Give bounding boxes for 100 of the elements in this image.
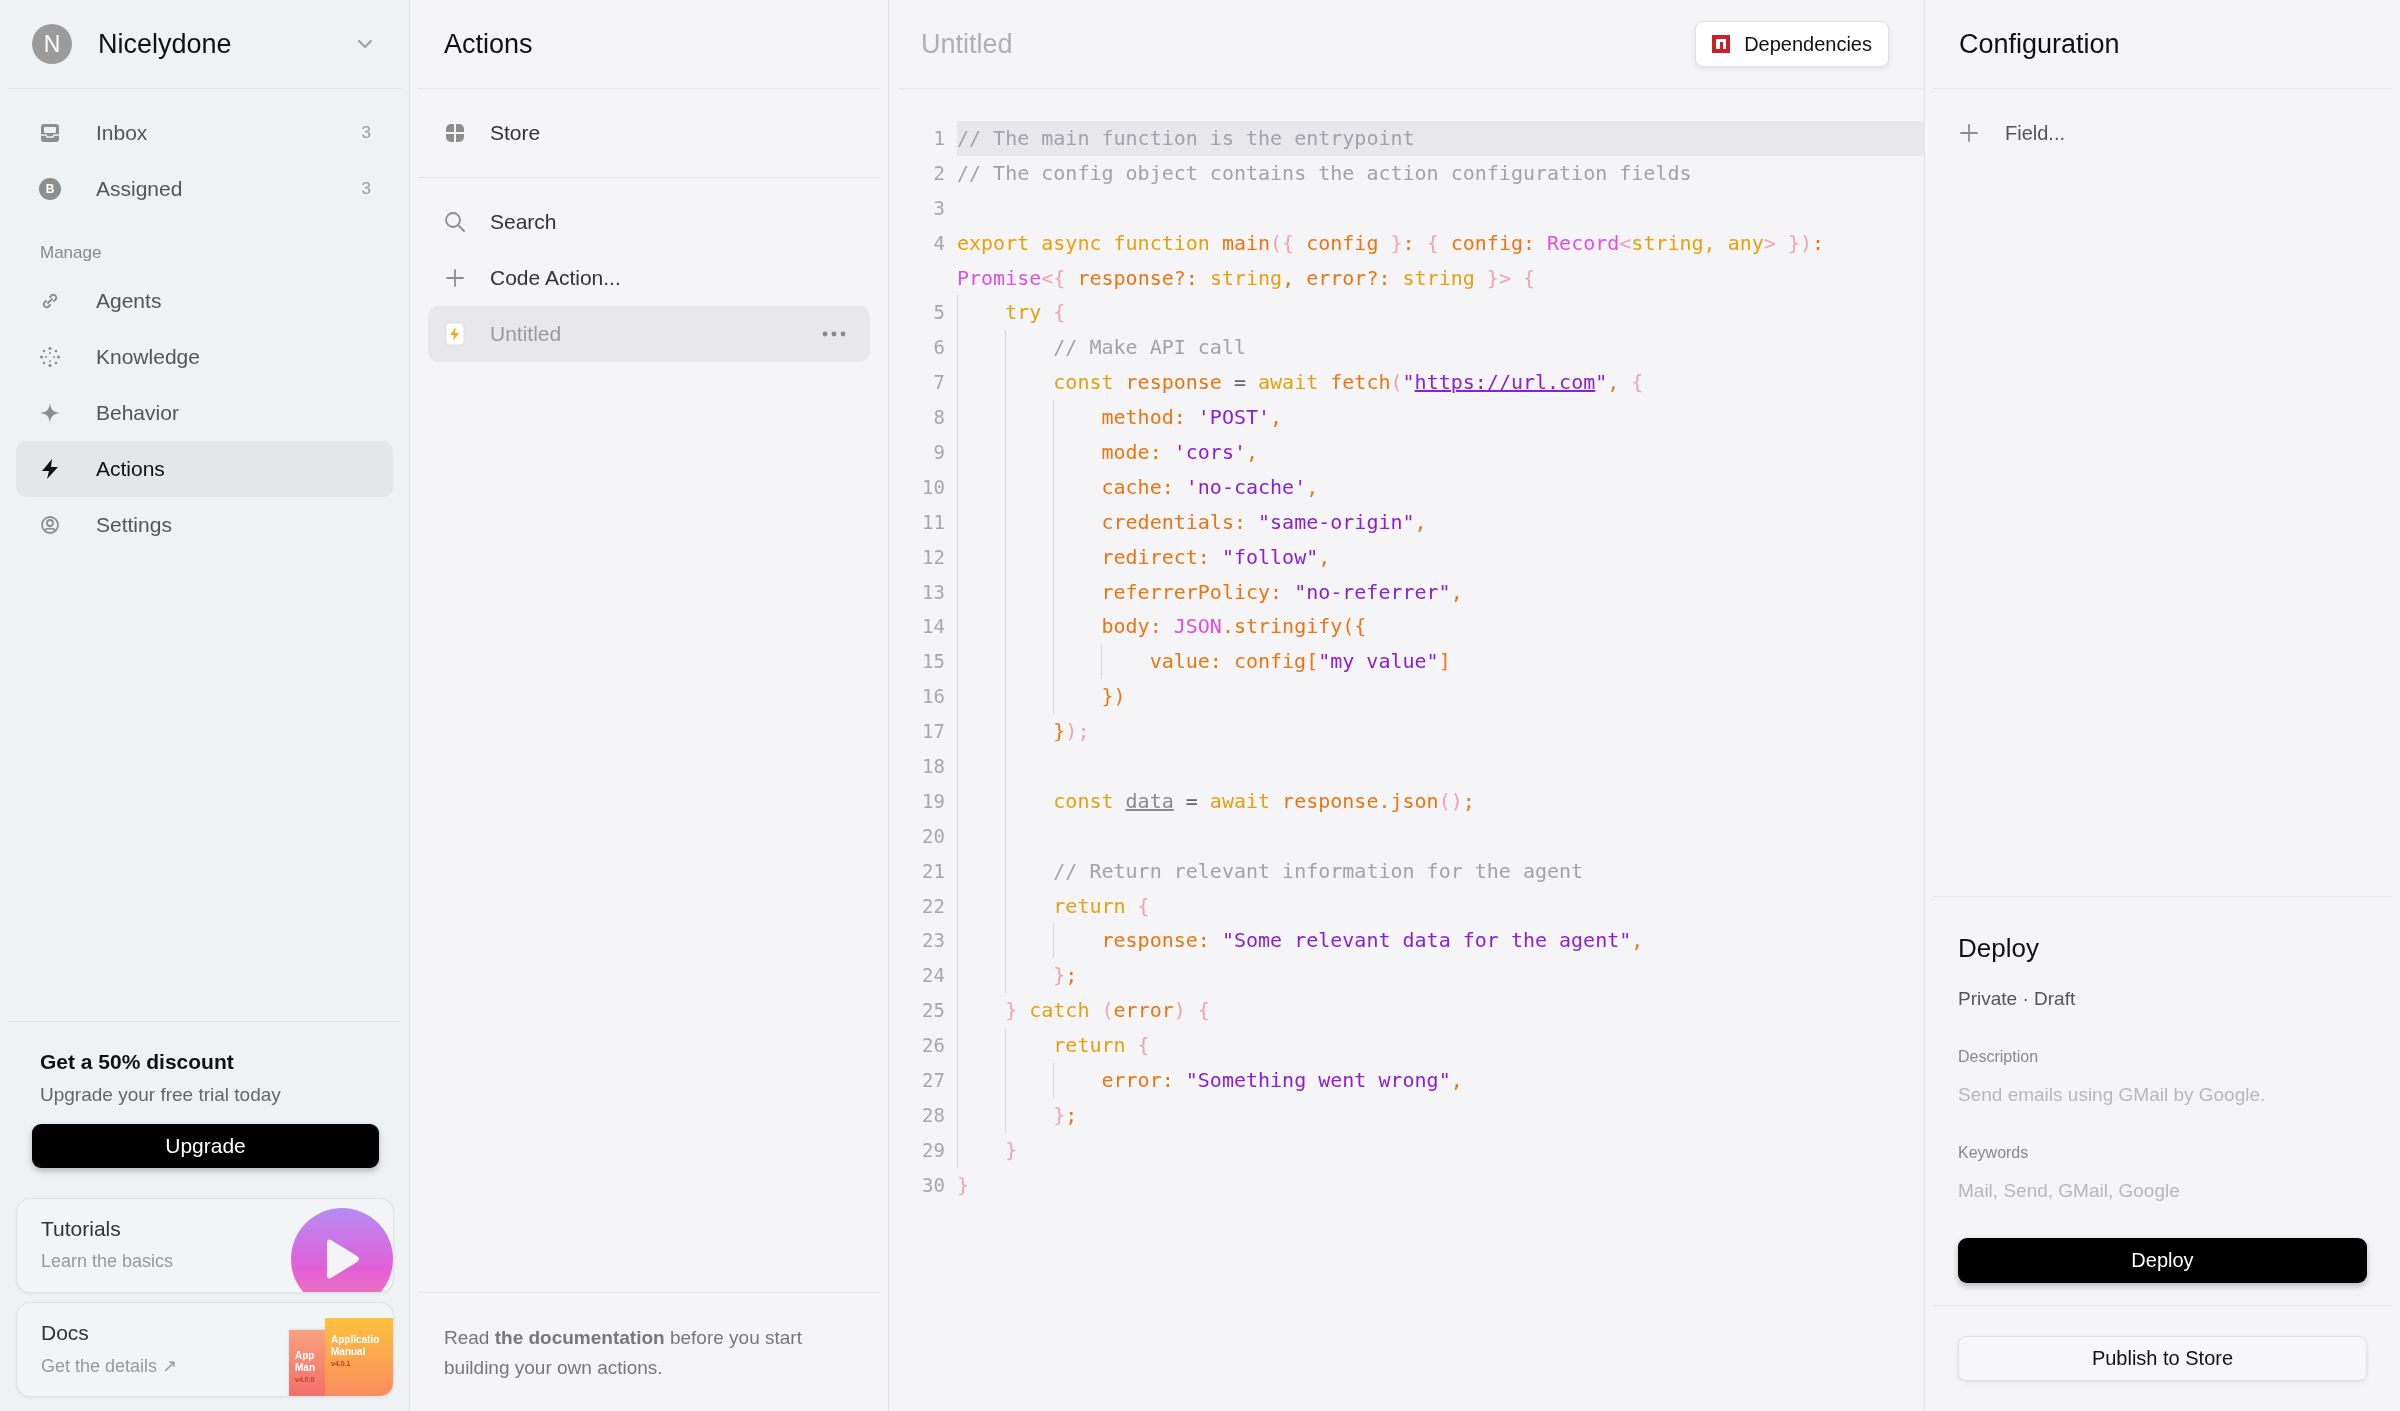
section-title: Deploy	[1958, 933, 2040, 964]
inbox-icon	[39, 122, 61, 144]
line-number: 1	[933, 127, 945, 149]
line-number: 3	[933, 196, 945, 219]
code-line: });	[1053, 718, 1090, 746]
cover-title: Man	[295, 1362, 316, 1374]
line-number: 19	[922, 789, 945, 812]
promo-subtitle: Upgrade your free trial today	[40, 1084, 282, 1106]
file-bolt-icon	[444, 322, 466, 346]
cover-title: App	[295, 1350, 316, 1362]
line-number: 12	[922, 545, 945, 568]
field-label: Description	[1958, 1048, 2040, 1066]
line-number: 16	[922, 685, 945, 708]
line-number: 11	[922, 510, 945, 533]
code-line: try {	[1005, 299, 1066, 327]
grid-icon	[444, 122, 466, 144]
line-number: 6	[933, 336, 945, 359]
code-line: })	[1101, 683, 1126, 711]
line-number: 20	[922, 824, 945, 847]
nav-item[interactable]: B Assigned 3	[16, 161, 393, 217]
line-number: 15	[922, 650, 945, 673]
more-icon[interactable]	[822, 331, 846, 337]
cover-title: Applicatio	[331, 1334, 381, 1346]
line-number: 10	[922, 475, 945, 498]
code-line: // The config object contains the action configuration fields	[957, 159, 1692, 187]
nav-item[interactable]: Knowledge	[16, 329, 393, 385]
dependencies-button[interactable]: Dependencies	[1695, 21, 1889, 67]
code-line: Promise<{ response?: string, error?: string }> {	[957, 264, 1535, 292]
code-line: export async function main({ config }: { config: Record<string, any> }):	[957, 229, 1825, 257]
plus-icon	[1959, 123, 1979, 143]
line-number: 8	[933, 406, 945, 429]
promo-title: Get a 50% discount	[40, 1050, 235, 1074]
code-line: };	[1053, 962, 1078, 990]
store-item[interactable]: Store	[428, 105, 870, 161]
line-number: 2	[933, 161, 945, 184]
line-number: 26	[922, 1034, 945, 1057]
code-line: value: config["my value"]	[1149, 648, 1451, 676]
input-field[interactable]: Send emails using GMail by Google.	[1958, 1084, 2367, 1106]
line-number: 23	[922, 929, 945, 952]
code-line: credentials: "same-origin",	[1101, 508, 1427, 536]
code-line: redirect: "follow",	[1101, 543, 1331, 571]
code-line: // Make API call	[1053, 334, 1246, 362]
line-number: 14	[922, 615, 945, 638]
line-number: 29	[922, 1138, 945, 1161]
code-line: } catch (error) {	[1005, 997, 1210, 1025]
line-number: 13	[922, 580, 945, 603]
documentation-note: Read the documentation before you start building your own actions.	[443, 1326, 803, 1380]
code-line: referrerPolicy: "no-referrer",	[1101, 578, 1463, 606]
code-line: return {	[1053, 892, 1150, 920]
card-subtitle: Learn the basics	[41, 1251, 174, 1272]
file-title: Untitled	[921, 28, 1013, 60]
deploy-button[interactable]: Deploy	[1958, 1238, 2367, 1283]
code-line: error: "Something went wrong",	[1101, 1067, 1463, 1095]
code-line: body: JSON.stringify({	[1101, 613, 1367, 641]
search-icon	[444, 211, 466, 233]
code-line: cache: 'no-cache',	[1101, 473, 1319, 501]
line-number: 18	[922, 755, 945, 778]
nav-item[interactable]: Settings	[16, 497, 393, 553]
nav-item[interactable]: Behavior	[16, 385, 393, 441]
plus-icon	[444, 267, 466, 289]
code-line: mode: 'cors',	[1101, 439, 1258, 466]
code-line: };	[1053, 1101, 1078, 1129]
card-title: Docs	[41, 1321, 89, 1345]
add-field-button[interactable]: Field...	[1959, 105, 2066, 161]
link-card[interactable]: Tutorials Learn the basics	[16, 1198, 394, 1293]
line-number: 24	[922, 964, 945, 987]
user-badge-icon: B	[39, 178, 61, 200]
code-line: // The main function is the entrypoint	[957, 125, 1415, 152]
package-icon	[1712, 35, 1731, 53]
line-number: 17	[922, 720, 945, 743]
publish-button[interactable]: Publish to Store	[1958, 1336, 2367, 1381]
panel-title: Actions	[444, 28, 533, 60]
code-line: response: "Some relevant data for the agent",	[1101, 927, 1644, 955]
nav-item[interactable]: Inbox 3	[16, 105, 393, 161]
card-subtitle: Get the details ↗	[41, 1355, 178, 1377]
line-number: 7	[933, 371, 945, 394]
code-line: const data = await response.json();	[1053, 787, 1475, 815]
field-label: Keywords	[1958, 1144, 2030, 1162]
line-number: 27	[922, 1069, 945, 1092]
action-item[interactable]: Code Action...	[428, 250, 870, 306]
upgrade-button[interactable]: Upgrade	[32, 1124, 379, 1168]
lightning-bolt-icon	[39, 458, 61, 480]
nav-item[interactable]: Agents	[16, 273, 393, 329]
code-line: method: 'POST',	[1101, 404, 1283, 432]
section-label: Manage	[39, 242, 103, 264]
line-number: 30	[922, 1173, 945, 1196]
line-number: 4	[933, 231, 945, 254]
action-item[interactable]: Search	[428, 194, 870, 250]
chevron-down-icon[interactable]	[357, 39, 373, 49]
nav-item[interactable]: Actions	[16, 441, 393, 497]
sparkle-icon	[39, 402, 61, 424]
cover-title: Manual	[331, 1346, 367, 1358]
code-line: const response = await fetch("https://url.com", {	[1053, 369, 1644, 397]
code-line: // Return relevant information for the agent	[1053, 857, 1584, 885]
card-title: Tutorials	[41, 1217, 121, 1241]
input-field[interactable]: Mail, Send, GMail, Google	[1958, 1180, 2367, 1202]
code-line: }	[1005, 1136, 1018, 1164]
code-line: }	[957, 1171, 970, 1199]
workspace-name[interactable]: Nicelydone	[98, 28, 357, 60]
dots-ring-icon	[39, 346, 61, 368]
